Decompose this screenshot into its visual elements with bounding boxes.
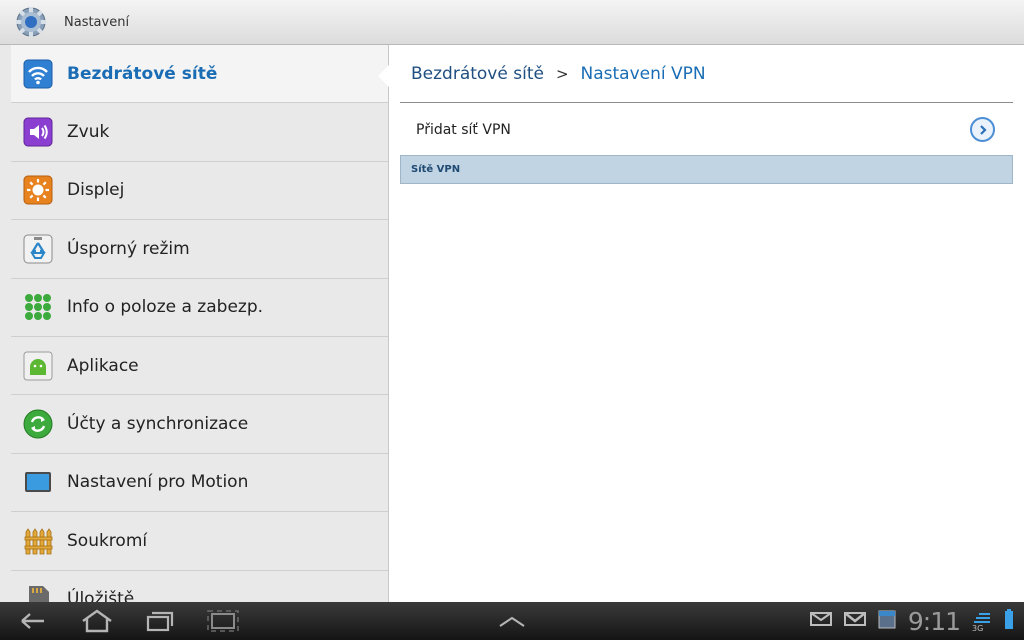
sidebar-item-applications[interactable]: Aplikace (11, 337, 388, 396)
location-grid-icon (23, 292, 53, 322)
vpn-section-header: Sítě VPN (400, 155, 1013, 184)
gmail-icon (843, 611, 866, 631)
home-icon[interactable] (77, 608, 117, 634)
gear-icon[interactable] (14, 5, 48, 39)
signal-icon: 3G (972, 610, 992, 633)
system-bar: 9:11 3G (0, 602, 1024, 640)
up-arrow-icon[interactable] (492, 608, 532, 634)
sidebar-item-label: Aplikace (67, 355, 139, 376)
sync-icon (23, 409, 53, 439)
content-pane: Bezdrátové sítě > Nastavení VPN Přidat s… (390, 45, 1024, 602)
network-type-label: 3G (972, 624, 984, 633)
android-icon (23, 351, 53, 381)
back-icon[interactable] (14, 608, 54, 634)
clock: 9:11 (907, 606, 961, 636)
sidebar-item-motion[interactable]: Nastavení pro Motion (11, 454, 388, 513)
status-area[interactable]: 9:11 3G (809, 602, 1014, 640)
breadcrumb-current: Nastavení VPN (580, 63, 706, 84)
sidebar-item-label: Úsporný režim (67, 238, 190, 259)
sidebar-item-label: Úložiště (67, 589, 135, 602)
recycle-icon (23, 234, 53, 264)
breadcrumb-parent[interactable]: Bezdrátové sítě (411, 64, 544, 84)
screenshot-icon[interactable] (203, 608, 243, 634)
email-icon (809, 611, 832, 631)
app-title: Nastavení (64, 14, 130, 30)
sidebar-item-wireless[interactable]: Bezdrátové sítě (11, 45, 388, 104)
chevron-right-icon: > (555, 64, 569, 83)
battery-icon (1004, 608, 1014, 634)
breadcrumb: Bezdrátové sítě > Nastavení VPN (400, 45, 1013, 103)
selection-pointer (378, 65, 389, 87)
sidebar-item-label: Nastavení pro Motion (67, 472, 249, 493)
sidebar-item-label: Soukromí (67, 530, 148, 551)
calendar-icon (878, 609, 896, 633)
wifi-icon (23, 59, 53, 89)
sidebar-item-label: Bezdrátové sítě (67, 63, 218, 84)
speaker-icon (23, 117, 53, 147)
sidebar-item-sound[interactable]: Zvuk (11, 103, 388, 162)
add-vpn-item[interactable]: Přidat síť VPN (400, 105, 1013, 155)
title-bar: Nastavení (0, 0, 1024, 45)
brightness-icon (23, 175, 53, 205)
sidebar-item-storage[interactable]: Úložiště (11, 571, 388, 602)
sidebar-item-label: Displej (67, 180, 125, 201)
add-vpn-label: Přidat síť VPN (416, 122, 511, 138)
sidebar-item-display[interactable]: Displej (11, 162, 388, 221)
sidebar-item-privacy[interactable]: Soukromí (11, 512, 388, 571)
sidebar-item-label: Účty a synchronizace (67, 414, 249, 435)
sidebar-item-power-saving[interactable]: Úsporný režim (11, 220, 388, 279)
tablet-icon (23, 467, 53, 497)
fence-icon (23, 526, 53, 556)
sidebar-item-label: Zvuk (67, 122, 110, 143)
sd-card-icon (23, 584, 53, 602)
recent-apps-icon[interactable] (140, 608, 180, 634)
chevron-right-circle-icon[interactable] (970, 117, 995, 142)
sidebar-item-location-security[interactable]: Info o poloze a zabezp. (11, 279, 388, 337)
sidebar-item-accounts-sync[interactable]: Účty a synchronizace (11, 395, 388, 454)
settings-sidebar: Bezdrátové sítě Zvuk Displej Úsporný rež… (0, 45, 389, 602)
sidebar-item-label: Info o poloze a zabezp. (67, 297, 264, 318)
